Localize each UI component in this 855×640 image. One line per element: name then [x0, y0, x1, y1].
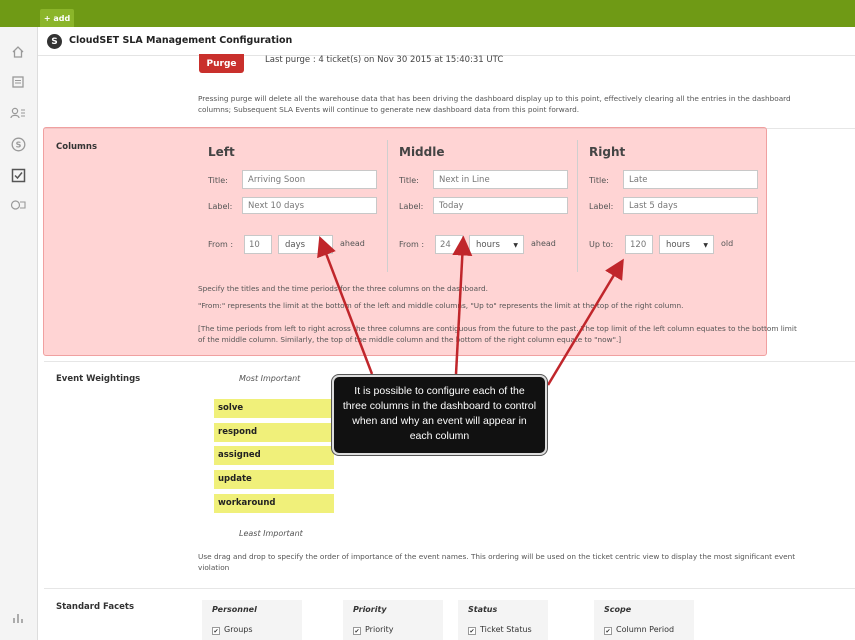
left-column-config: Left Title: Arriving Soon Label: Next 10… [197, 140, 387, 272]
facet-checkbox-priority[interactable]: ✔ Priority [353, 625, 393, 635]
facet-title: Status [468, 605, 498, 614]
event-item[interactable]: update [214, 470, 334, 489]
annotation-callout: It is possible to configure each of the … [332, 375, 547, 455]
range-suffix: ahead [340, 239, 365, 248]
svg-text:S: S [15, 140, 21, 149]
top-bar: + add [0, 0, 855, 27]
checkbox-checked-icon: ✔ [468, 627, 476, 635]
select-value: hours [666, 240, 690, 250]
column-heading: Middle [399, 145, 445, 159]
right-amount-input[interactable]: 120 [625, 235, 653, 254]
cloudset-logo-icon: S [47, 34, 62, 49]
title-label: Title: [399, 176, 419, 185]
columns-range-note: "From:" represents the limit at the bott… [198, 301, 684, 310]
page-title: CloudSET SLA Management Configuration [69, 35, 293, 46]
facet-item-label: Groups [224, 625, 253, 634]
users-icon[interactable] [9, 104, 27, 122]
facet-group-personnel: Personnel ✔ Groups [202, 600, 302, 640]
event-item[interactable]: respond [214, 423, 334, 442]
checklist-icon[interactable] [9, 166, 27, 184]
range-label: From : [399, 240, 425, 249]
range-suffix: ahead [531, 239, 556, 248]
facet-group-priority: Priority ✔ Priority [343, 600, 443, 640]
left-title-input[interactable]: Arriving Soon [242, 170, 377, 189]
purge-button[interactable]: Purge [199, 54, 244, 73]
middle-label-input[interactable]: Today [433, 197, 568, 214]
facet-checkbox-groups[interactable]: ✔ Groups [212, 625, 253, 635]
left-sidebar: S [0, 27, 38, 640]
standard-facets-label: Standard Facets [56, 602, 134, 612]
right-title-input[interactable]: Late [623, 170, 758, 189]
checkbox-checked-icon: ✔ [212, 627, 220, 635]
page-header: S CloudSET SLA Management Configuration [38, 27, 855, 56]
right-label-input[interactable]: Last 5 days [623, 197, 758, 214]
brand-s-icon[interactable]: S [9, 135, 27, 153]
label-label: Label: [208, 202, 233, 211]
column-heading: Right [589, 145, 626, 159]
middle-title-input[interactable]: Next in Line [433, 170, 568, 189]
document-icon[interactable] [9, 73, 27, 91]
facet-group-status: Status ✔ Ticket Status [458, 600, 548, 640]
checkbox-checked-icon: ✔ [353, 627, 361, 635]
facet-checkbox-column-period[interactable]: ✔ Column Period [604, 625, 674, 635]
middle-unit-select[interactable]: hours ▼ [469, 235, 524, 254]
section-divider [44, 361, 855, 362]
event-weightings-label: Event Weightings [56, 374, 141, 384]
facet-item-label: Column Period [616, 625, 675, 634]
facet-title: Personnel [212, 605, 257, 614]
columns-contiguity-note: [The time periods from left to right acr… [198, 324, 797, 344]
facet-title: Priority [353, 605, 387, 614]
range-label: Up to: [589, 240, 614, 249]
facet-item-label: Priority [365, 625, 394, 634]
chevron-down-icon: ▼ [703, 242, 708, 249]
title-label: Title: [589, 176, 609, 185]
left-label-input[interactable]: Next 10 days [242, 197, 377, 214]
event-weightings-description: Use drag and drop to specify the order o… [198, 552, 796, 572]
select-value: days [285, 240, 306, 250]
title-label: Title: [208, 176, 228, 185]
facet-title: Scope [604, 605, 632, 614]
event-item[interactable]: workaround [214, 494, 334, 513]
event-item[interactable]: solve [214, 399, 334, 418]
facet-item-label: Ticket Status [480, 625, 532, 634]
left-unit-select[interactable]: days ▼ [278, 235, 333, 254]
right-unit-select[interactable]: hours ▼ [659, 235, 714, 254]
bar-chart-icon[interactable] [9, 609, 27, 627]
checkbox-checked-icon: ✔ [604, 627, 612, 635]
middle-amount-input[interactable]: 24 [435, 235, 463, 254]
column-heading: Left [208, 145, 235, 159]
range-label: From : [208, 240, 234, 249]
chat-icon[interactable] [9, 197, 27, 215]
most-important-label: Most Important [239, 374, 301, 383]
add-button[interactable]: + add [40, 9, 74, 27]
facet-checkbox-ticket-status[interactable]: ✔ Ticket Status [468, 625, 532, 635]
last-purge-text: Last purge : 4 ticket(s) on Nov 30 2015 … [265, 55, 504, 65]
least-important-label: Least Important [239, 529, 303, 538]
left-amount-input[interactable]: 10 [244, 235, 272, 254]
chevron-down-icon: ▼ [322, 242, 327, 249]
section-divider [44, 588, 855, 589]
columns-description: Specify the titles and the time periods … [198, 284, 488, 293]
home-icon[interactable] [9, 43, 27, 61]
event-item[interactable]: assigned [214, 446, 334, 465]
label-label: Label: [589, 202, 614, 211]
middle-column-config: Middle Title: Next in Line Label: Today … [387, 140, 577, 272]
select-value: hours [476, 240, 500, 250]
chevron-down-icon: ▼ [513, 242, 518, 249]
purge-description: Pressing purge will delete all the wareh… [198, 94, 791, 114]
label-label: Label: [399, 202, 424, 211]
columns-section-label: Columns [56, 142, 98, 152]
right-column-config: Right Title: Late Label: Last 5 days Up … [577, 140, 767, 272]
facet-group-scope: Scope ✔ Column Period [594, 600, 694, 640]
range-suffix: old [721, 239, 734, 248]
